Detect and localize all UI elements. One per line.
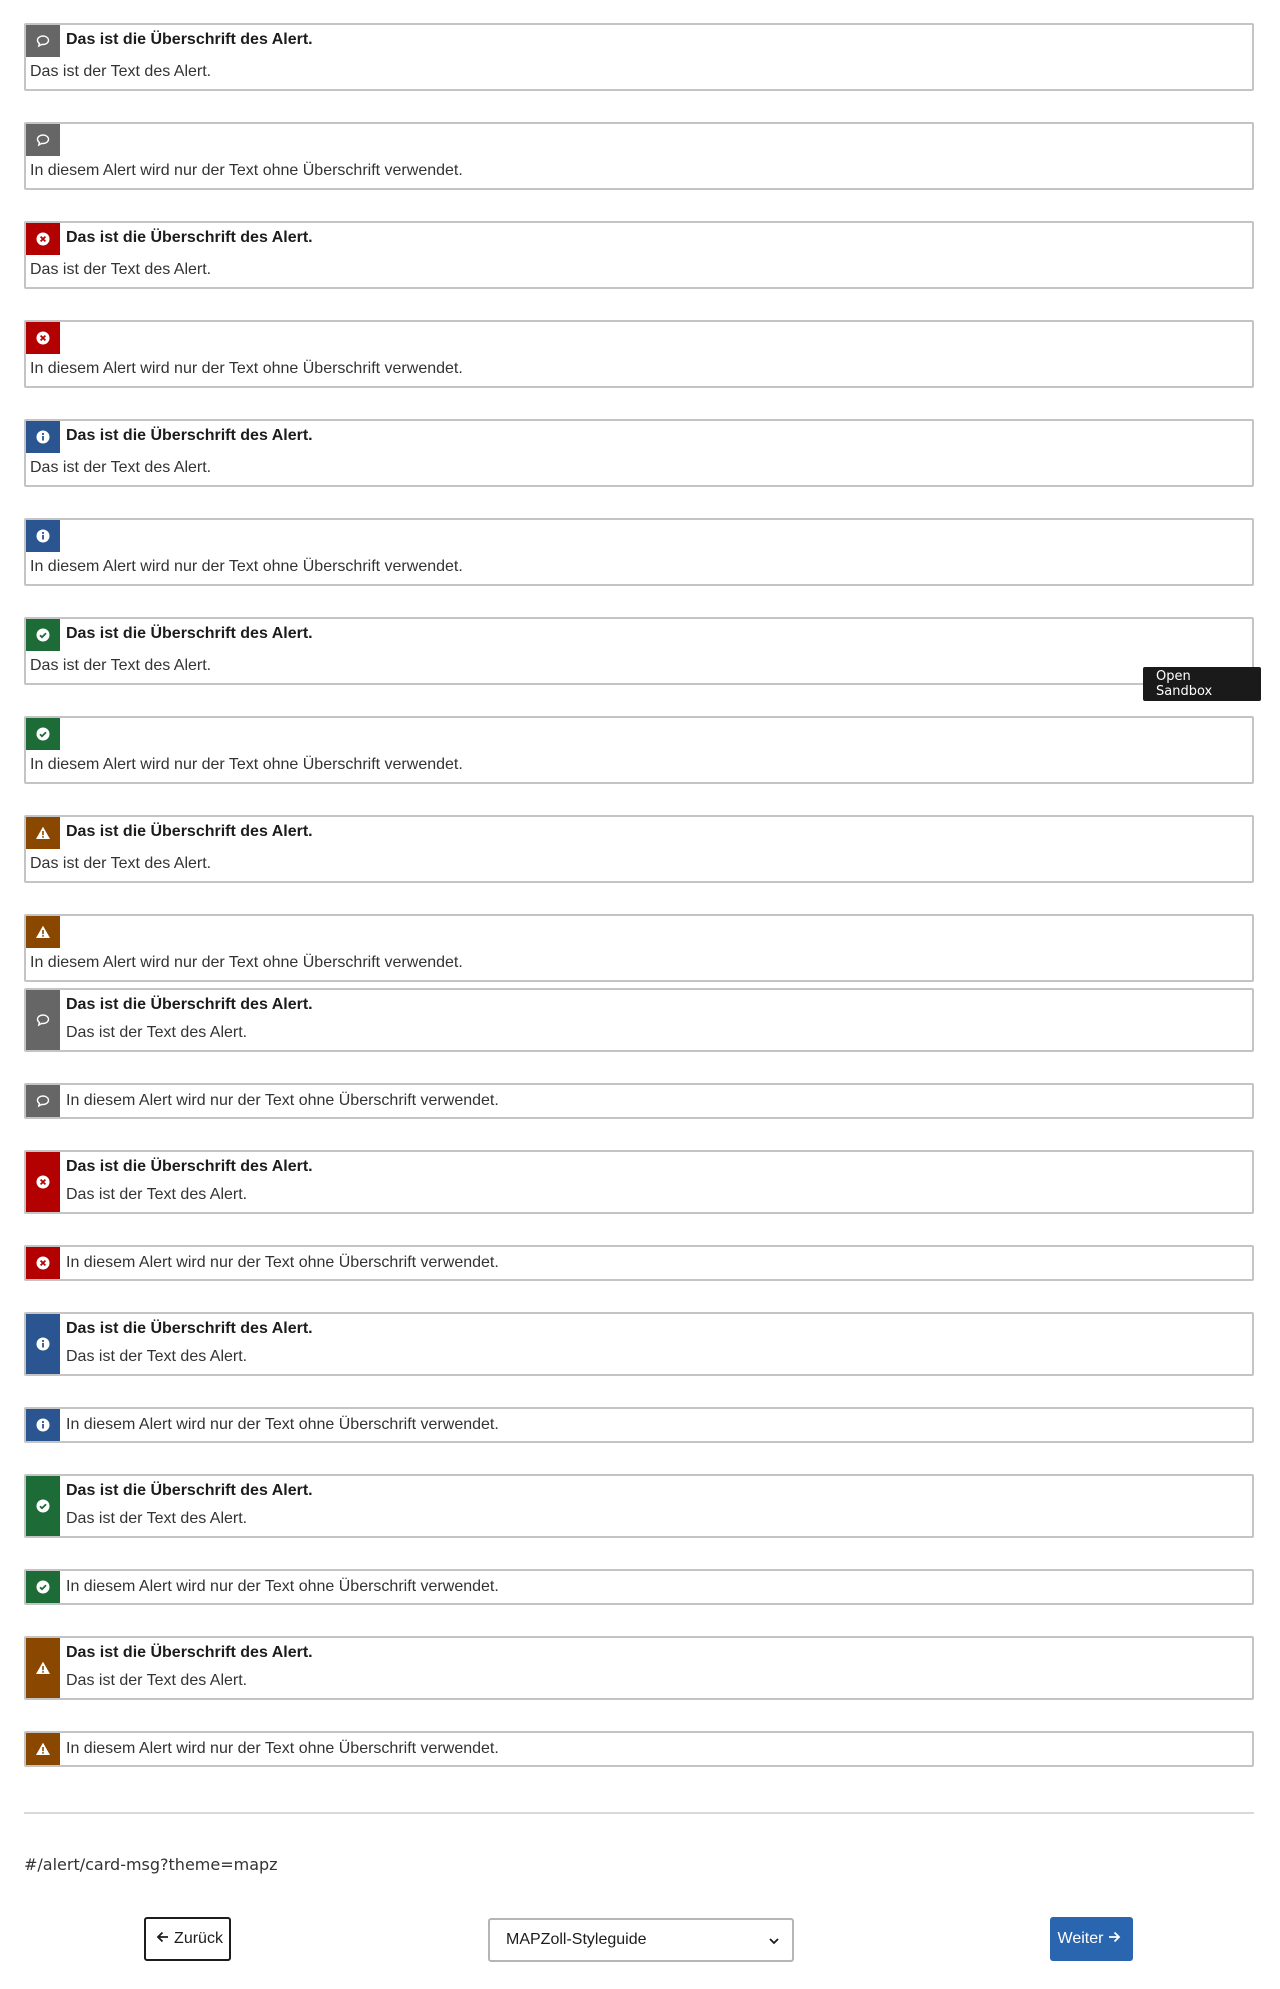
warning-triangle-icon: [26, 817, 60, 849]
alert-title: Das ist die Überschrift des Alert.: [66, 1158, 313, 1175]
alert-success-text-only: In diesem Alert wird nur der Text ohne Ü…: [24, 716, 1254, 784]
alert-text: Das ist der Text des Alert.: [66, 1024, 248, 1041]
alert-info-with-title: Das ist die Überschrift des Alert. Das i…: [24, 419, 1254, 487]
route-path: #/alert/card-msg?theme=mapz: [24, 1855, 278, 1874]
alert-warning-side-text-only: In diesem Alert wird nur der Text ohne Ü…: [24, 1731, 1254, 1767]
info-circle-icon: [26, 421, 60, 453]
select-value: MAPZoll-Styleguide: [506, 1931, 647, 1948]
alert-text: In diesem Alert wird nur der Text ohne Ü…: [66, 1578, 499, 1595]
alert-text: In diesem Alert wird nur der Text ohne Ü…: [30, 954, 463, 971]
alert-title: Das ist die Überschrift des Alert.: [66, 823, 313, 840]
error-x-circle-icon: [26, 1247, 60, 1279]
alert-text: Das ist der Text des Alert.: [30, 261, 212, 278]
alert-text: Das ist der Text des Alert.: [30, 63, 212, 80]
speech-bubble-icon: [26, 25, 60, 57]
alert-error-text-only: In diesem Alert wird nur der Text ohne Ü…: [24, 320, 1254, 388]
alert-warning-side-with-title: Das ist die Überschrift des Alert. Das i…: [24, 1636, 1254, 1700]
arrow-left-icon: [156, 1930, 170, 1949]
speech-bubble-icon: [26, 990, 60, 1050]
alert-text: Das ist der Text des Alert.: [66, 1186, 248, 1203]
alert-error-side-with-title: Das ist die Überschrift des Alert. Das i…: [24, 1150, 1254, 1214]
info-circle-icon: [26, 1314, 60, 1374]
alert-text: In diesem Alert wird nur der Text ohne Ü…: [30, 162, 463, 179]
alert-success-side-text-only: In diesem Alert wird nur der Text ohne Ü…: [24, 1569, 1254, 1605]
alert-text: Das ist der Text des Alert.: [30, 855, 212, 872]
alert-text: In diesem Alert wird nur der Text ohne Ü…: [66, 1092, 499, 1109]
back-button[interactable]: Zurück: [144, 1917, 231, 1961]
info-circle-icon: [26, 520, 60, 552]
error-x-circle-icon: [26, 223, 60, 255]
alert-warning-with-title: Das ist die Überschrift des Alert. Das i…: [24, 815, 1254, 883]
check-circle-icon: [26, 718, 60, 750]
check-circle-icon: [26, 619, 60, 651]
alert-text: Das ist der Text des Alert.: [66, 1672, 248, 1689]
styleguide-select[interactable]: MAPZoll-Styleguide: [488, 1918, 794, 1962]
error-x-circle-icon: [26, 1152, 60, 1212]
speech-bubble-icon: [26, 1085, 60, 1117]
alert-title: Das ist die Überschrift des Alert.: [66, 427, 313, 444]
alert-title: Das ist die Überschrift des Alert.: [66, 229, 313, 246]
alert-error-with-title: Das ist die Überschrift des Alert. Das i…: [24, 221, 1254, 289]
alert-title: Das ist die Überschrift des Alert.: [66, 625, 313, 642]
arrow-right-icon: [1107, 1930, 1121, 1949]
check-circle-icon: [26, 1571, 60, 1603]
alert-text: In diesem Alert wird nur der Text ohne Ü…: [66, 1254, 499, 1271]
alert-success-side-with-title: Das ist die Überschrift des Alert. Das i…: [24, 1474, 1254, 1538]
alert-text: In diesem Alert wird nur der Text ohne Ü…: [30, 558, 463, 575]
error-x-circle-icon: [26, 322, 60, 354]
tooltip-line-2: Sandbox: [1156, 684, 1213, 699]
warning-triangle-icon: [26, 1638, 60, 1698]
alert-title: Das ist die Überschrift des Alert.: [66, 1644, 313, 1661]
alert-neutral-text-only: In diesem Alert wird nur der Text ohne Ü…: [24, 122, 1254, 190]
next-button[interactable]: Weiter: [1050, 1917, 1133, 1961]
alert-title: Das ist die Überschrift des Alert.: [66, 996, 313, 1013]
alert-text: Das ist der Text des Alert.: [66, 1348, 248, 1365]
alert-title: Das ist die Überschrift des Alert.: [66, 1482, 313, 1499]
alert-success-with-title: Das ist die Überschrift des Alert. Das i…: [24, 617, 1254, 685]
alert-title: Das ist die Überschrift des Alert.: [66, 31, 313, 48]
alert-text: In diesem Alert wird nur der Text ohne Ü…: [30, 756, 463, 773]
back-button-label: Zurück: [174, 1930, 223, 1947]
divider: [24, 1812, 1254, 1814]
warning-triangle-icon: [26, 1733, 60, 1765]
alert-text: Das ist der Text des Alert.: [66, 1510, 248, 1527]
alert-text: In diesem Alert wird nur der Text ohne Ü…: [66, 1416, 499, 1433]
tooltip-line-1: Open: [1156, 669, 1191, 684]
chevron-down-icon: [768, 1934, 780, 1946]
alert-text: In diesem Alert wird nur der Text ohne Ü…: [30, 360, 463, 377]
alert-text: Das ist der Text des Alert.: [30, 459, 212, 476]
warning-triangle-icon: [26, 916, 60, 948]
alert-warning-text-only: In diesem Alert wird nur der Text ohne Ü…: [24, 914, 1254, 982]
next-button-label: Weiter: [1057, 1930, 1104, 1947]
alert-info-side-with-title: Das ist die Überschrift des Alert. Das i…: [24, 1312, 1254, 1376]
check-circle-icon: [26, 1476, 60, 1536]
alert-text: In diesem Alert wird nur der Text ohne Ü…: [66, 1740, 499, 1757]
open-sandbox-button[interactable]: Open Sandbox: [1143, 667, 1261, 701]
alert-neutral-side-text-only: In diesem Alert wird nur der Text ohne Ü…: [24, 1083, 1254, 1119]
alert-error-side-text-only: In diesem Alert wird nur der Text ohne Ü…: [24, 1245, 1254, 1281]
alert-title: Das ist die Überschrift des Alert.: [66, 1320, 313, 1337]
speech-bubble-icon: [26, 124, 60, 156]
alert-text: Das ist der Text des Alert.: [30, 657, 212, 674]
alert-info-side-text-only: In diesem Alert wird nur der Text ohne Ü…: [24, 1407, 1254, 1443]
alert-neutral-with-title: Das ist die Überschrift des Alert. Das i…: [24, 23, 1254, 91]
alert-info-text-only: In diesem Alert wird nur der Text ohne Ü…: [24, 518, 1254, 586]
alert-neutral-side-with-title: Das ist die Überschrift des Alert. Das i…: [24, 988, 1254, 1052]
info-circle-icon: [26, 1409, 60, 1441]
